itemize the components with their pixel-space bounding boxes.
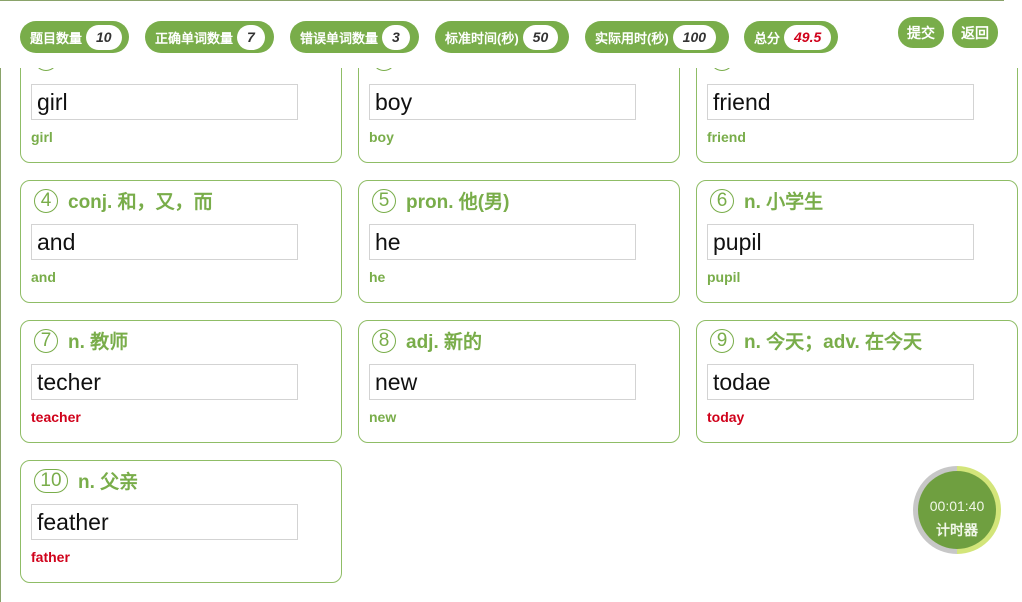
question-number: 4: [34, 188, 58, 213]
question-number: 7: [34, 328, 58, 353]
question-meaning: n. 小学生: [744, 192, 824, 213]
question-card: 8 adj. 新的 new: [358, 320, 680, 443]
correct-answer: he: [369, 269, 386, 285]
answer-input[interactable]: [31, 364, 298, 400]
stat-value: 50: [522, 24, 559, 50]
question-number: 8: [372, 328, 396, 353]
question-heading: 7 n. 教师: [34, 327, 128, 354]
answer-input[interactable]: [369, 224, 636, 260]
timer-label: 计时器: [936, 522, 978, 538]
stat-value: 7: [237, 24, 265, 50]
answer-input[interactable]: [31, 224, 298, 260]
question-meaning: n. 父亲: [78, 472, 139, 493]
question-number: 6: [710, 188, 734, 213]
correct-answer: teacher: [31, 409, 81, 425]
question-number: 10: [34, 468, 68, 493]
correct-answer: friend: [707, 129, 746, 145]
correct-answer: pupil: [707, 269, 741, 285]
correct-answer: boy: [369, 129, 394, 145]
question-card: 6 n. 小学生 pupil: [696, 180, 1018, 303]
question-number: 5: [372, 188, 396, 213]
stat-question-count: 题目数量 10: [20, 21, 129, 53]
question-heading: 8 adj. 新的: [372, 327, 482, 354]
answer-input[interactable]: [31, 504, 298, 540]
stat-label: 实际用时(秒): [595, 30, 669, 46]
question-meaning: pron. 他(男): [406, 192, 510, 213]
stat-label: 题目数量: [30, 30, 83, 46]
question-card: 4 conj. 和，又，而 and: [20, 180, 342, 303]
correct-answer: father: [31, 549, 70, 565]
question-meaning: conj. 和，又，而: [68, 192, 213, 213]
answer-input[interactable]: [707, 224, 974, 260]
stats-header: 题目数量 10 正确单词数量 7 错误单词数量 3 标准时间(秒) 50 实际用时(秒)…: [0, 1, 1022, 68]
correct-answer: today: [707, 409, 745, 425]
question-card: 10 n. 父亲 father: [20, 460, 342, 583]
answer-input[interactable]: [369, 364, 636, 400]
question-heading: 9 n. 今天；adv. 在今天: [710, 327, 922, 354]
correct-answer: girl: [31, 129, 53, 145]
question-meaning: adj. 新的: [406, 332, 483, 353]
stat-label: 错误单词数量: [300, 30, 379, 46]
answer-input[interactable]: [707, 84, 974, 120]
question-heading: 6 n. 小学生: [710, 187, 823, 214]
answer-input[interactable]: [369, 84, 636, 120]
stat-label: 总分: [754, 30, 781, 46]
timer-time: 00:01:40: [929, 498, 985, 514]
stat-total-score: 总分 49.5: [744, 21, 838, 53]
question-meaning: n. 教师: [68, 332, 129, 353]
question-heading: 5 pron. 他(男): [372, 187, 509, 214]
timer: 00:01:40 计时器: [913, 466, 1001, 554]
question-heading: 4 conj. 和，又，而: [34, 187, 213, 214]
stat-wrong-count: 错误单词数量 3: [290, 21, 419, 53]
answer-input[interactable]: [707, 364, 974, 400]
submit-button[interactable]: 提交: [898, 17, 944, 48]
back-button[interactable]: 返回: [952, 17, 998, 48]
stat-correct-count: 正确单词数量 7: [145, 21, 274, 53]
question-meaning: n. 今天；adv. 在今天: [744, 332, 923, 353]
stat-value: 10: [86, 24, 122, 50]
timer-face: 00:01:40 计时器: [918, 471, 996, 549]
question-card: 5 pron. 他(男) he: [358, 180, 680, 303]
stat-value: 49.5: [784, 24, 832, 50]
stat-label: 标准时间(秒): [445, 30, 519, 46]
stat-standard-time: 标准时间(秒) 50: [435, 21, 569, 53]
stat-actual-time: 实际用时(秒) 100: [585, 21, 729, 53]
answer-input[interactable]: [31, 84, 298, 120]
stat-value: 3: [382, 24, 410, 50]
stat-label: 正确单词数量: [155, 30, 234, 46]
question-heading: 10 n. 父亲: [34, 467, 138, 494]
question-card: 7 n. 教师 teacher: [20, 320, 342, 443]
correct-answer: new: [369, 409, 397, 425]
correct-answer: and: [31, 269, 56, 285]
stat-value: 100: [672, 24, 717, 50]
question-number: 9: [710, 328, 734, 353]
question-card: 9 n. 今天；adv. 在今天 today: [696, 320, 1018, 443]
